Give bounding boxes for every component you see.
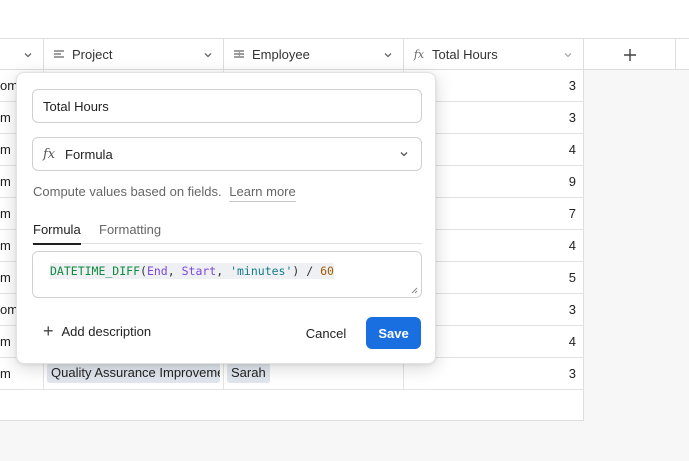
formula-number: 60 [320,264,334,278]
column-header-employee[interactable]: Employee [224,39,404,70]
formula-operator: ) / [292,264,321,278]
field-type-select[interactable]: fx Formula [32,137,422,171]
add-description-button[interactable]: + Add description [43,321,152,341]
formula-field-ref: End [146,264,168,278]
learn-more-link[interactable]: Learn more [229,184,296,202]
column-header-label: Project [72,47,113,62]
chevron-down-icon[interactable] [383,50,393,60]
chevron-down-icon[interactable] [563,50,573,60]
column-header-total-hours[interactable]: fx Total Hours [404,39,584,70]
long-text-icon [52,48,66,62]
formula-icon: fx [43,146,56,162]
formula-tabs: Formula Formatting [32,220,422,245]
add-description-label: Add description [61,323,152,339]
chevron-down-icon [400,152,408,157]
column-header-project[interactable]: Project [44,39,224,70]
formula-editor[interactable]: DATETIME_DIFF(End, Start, 'minutes') / 6… [32,251,422,298]
tab-formatting[interactable]: Formatting [99,222,161,243]
plus-icon [623,48,636,61]
project-chip[interactable]: Quality Assurance Improvement [47,363,220,383]
column-header-partial[interactable] [0,39,44,70]
formula-comma: , [216,264,231,278]
formula-string: 'minutes' [230,264,293,278]
field-help-text: Compute values based on fields. Learn mo… [33,184,296,202]
chevron-down-icon[interactable] [23,50,33,60]
help-description: Compute values based on fields. [33,184,222,199]
field-name-input[interactable] [32,89,422,123]
employee-chip[interactable]: Sarah [227,363,270,383]
formula-field-ref: Start [181,264,217,278]
formula-comma: , [167,264,182,278]
field-config-dialog: fx Formula Compute values based on field… [16,72,436,364]
plus-icon: + [43,321,54,341]
formula-paren: ( [140,264,147,278]
save-button[interactable]: Save [366,317,421,349]
field-type-label: Formula [65,146,113,162]
tab-formula[interactable]: Formula [33,222,81,245]
add-column-button[interactable] [584,39,676,70]
column-header-label: Total Hours [432,47,498,62]
formula-code: DATETIME_DIFF(End, Start, 'minutes') / 6… [50,263,334,279]
formula-function: DATETIME_DIFF [50,264,141,278]
resize-handle-icon[interactable] [410,286,418,294]
cancel-button[interactable]: Cancel [295,317,357,349]
chevron-down-icon[interactable] [203,50,213,60]
link-record-icon [232,48,246,62]
column-header-label: Employee [252,47,310,62]
grid-header: Project Employee fx Total Hours [0,38,689,70]
formula-icon: fx [413,48,425,61]
